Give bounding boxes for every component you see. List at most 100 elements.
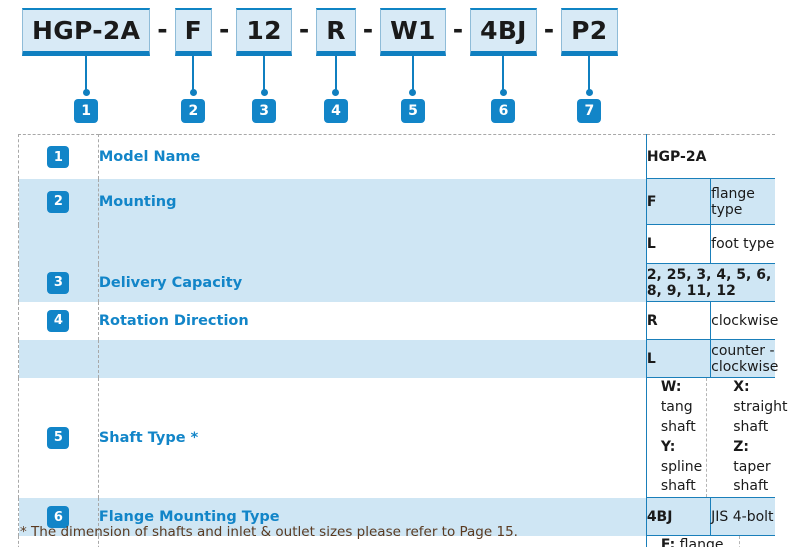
leader-line-3 [263, 56, 266, 90]
shaft-option-w: W: tang shaft [661, 378, 702, 438]
row-code: HGP-2A [646, 134, 775, 179]
inlet-key-f: F: [660, 537, 676, 547]
code-badge-7: 7 [577, 99, 602, 123]
code-separator-5: - [452, 15, 464, 44]
row-label [98, 339, 647, 378]
leader-dot-6 [499, 89, 507, 96]
row-label [98, 224, 647, 264]
row-desc: flange type [710, 178, 775, 225]
row-code: R [646, 301, 712, 340]
shaft-value-z: taper shaft [733, 458, 771, 495]
row-badge: 3 [47, 271, 70, 294]
inlet-column-1: F: flange type(F1) P: PT(P1~P2) [647, 536, 741, 547]
leader-dot-4 [332, 89, 340, 96]
row-desc: counter - clockwise [710, 339, 778, 378]
shaft-type-options: W: tang shaft Y: spline shaft X: straigh… [646, 378, 788, 498]
row-number-cell [18, 339, 99, 378]
shaft-value-x: straight shaft [733, 398, 788, 435]
shaft-key-w: W: [660, 379, 682, 395]
shaft-key-z: Z: [733, 438, 750, 455]
code-separator-2: - [219, 15, 230, 44]
row-badge: 2 [47, 190, 70, 213]
row-badge: 1 [47, 146, 70, 168]
shaft-pairs: W: tang shaft Y: spline shaft X: straigh… [647, 378, 788, 498]
code-segment-2: F 2 [174, 8, 213, 123]
row-number-cell: 4 [18, 301, 99, 340]
table-row: L counter - clockwise [18, 339, 778, 378]
row-label: Rotation Direction [98, 301, 647, 340]
model-code-diagram: HGP-2A 1 - F 2 - 12 3 - R 4 - W1 5 - 4BJ… [0, 0, 793, 128]
code-segment-1: HGP-2A 1 [22, 8, 151, 123]
shaft-value-w: tang shaft [660, 398, 696, 435]
shaft-option-z: Z: taper shaft [733, 438, 787, 498]
code-separator-4: - [362, 15, 374, 44]
row-code: 2, 25, 3, 4, 5, 6, 8, 9, 11, 12 [646, 263, 775, 302]
table-row: 1 Model Name HGP-2A [18, 134, 775, 179]
leader-line-5 [411, 56, 414, 90]
code-badge-6: 6 [491, 99, 516, 123]
table-row: 3 Delivery Capacity 2, 25, 3, 4, 5, 6, 8… [18, 263, 775, 302]
inlet-pairs: F: flange type(F1) P: PT(P1~P2) G: G, BS… [647, 536, 775, 547]
inlet-option-f: F: flange type(F1) [661, 536, 735, 547]
code-separator-3: - [298, 15, 310, 44]
row-code: F [646, 178, 712, 225]
table-row: 4 Rotation Direction R clockwise [18, 301, 778, 340]
code-badge-2: 2 [181, 99, 206, 123]
table-row: 2 Mounting F flange type [18, 178, 775, 225]
code-separator-1: - [157, 15, 168, 44]
leader-line-7 [588, 56, 591, 90]
leader-dot-2 [189, 89, 197, 96]
code-box-5: W1 [380, 8, 446, 56]
row-number-cell: 5 [18, 377, 99, 498]
code-badge-3: 3 [252, 99, 277, 123]
row-badge: 5 [47, 426, 70, 449]
row-label: Shaft Type * [98, 377, 647, 498]
table-row: 5 Shaft Type * W: tang shaft Y: spline s… [18, 377, 788, 498]
table-row: L foot type [18, 224, 775, 264]
row-label: Model Name [98, 134, 647, 179]
row-label: Delivery Capacity [98, 263, 647, 302]
code-segment-6: 4BJ 6 [470, 8, 537, 123]
code-box-4: R [316, 8, 356, 56]
footnote: * The dimension of shafts and inlet & ou… [20, 524, 518, 540]
code-segment-5: W1 5 [380, 8, 446, 123]
code-segments-row: HGP-2A 1 - F 2 - 12 3 - R 4 - W1 5 - 4BJ… [22, 8, 618, 123]
shaft-option-x: X: straight shaft [733, 378, 787, 438]
leader-line-6 [502, 56, 505, 90]
code-box-2: F [174, 8, 213, 56]
specification-table: 1 Model Name HGP-2A 2 Mounting F flange … [18, 134, 788, 547]
code-badge-4: 4 [323, 99, 348, 123]
shaft-key-y: Y: [660, 438, 676, 455]
leader-line-2 [192, 56, 195, 90]
code-segment-4: R 4 [316, 8, 356, 123]
row-number-cell: 1 [18, 134, 99, 179]
leader-dot-5 [409, 89, 417, 96]
shaft-key-x: X: [733, 379, 750, 395]
row-code: L [646, 224, 712, 264]
shaft-option-y: Y: spline shaft [661, 438, 702, 498]
row-label: Mounting [98, 178, 647, 225]
row-number-cell: 2 [18, 178, 99, 225]
row-code: 4BJ [646, 497, 712, 537]
row-desc: JIS 4-bolt [710, 497, 775, 537]
code-badge-1: 1 [74, 99, 99, 123]
code-box-6: 4BJ [470, 8, 537, 56]
code-box-3: 12 [236, 8, 292, 56]
shaft-value-y: spline shaft [660, 458, 703, 495]
shaft-column-2: X: straight shaft Z: taper shaft [707, 378, 787, 497]
code-box-1: HGP-2A [22, 8, 151, 56]
row-desc: foot type [710, 224, 775, 264]
code-separator-6: - [543, 15, 555, 44]
row-desc: clockwise [710, 301, 778, 340]
shaft-column-1: W: tang shaft Y: spline shaft [647, 378, 708, 498]
code-badge-5: 5 [400, 99, 425, 123]
row-number-cell: 3 [18, 263, 99, 302]
inlet-outlet-options: F: flange type(F1) P: PT(P1~P2) G: G, BS… [646, 535, 775, 547]
model-code-page: HGP-2A 1 - F 2 - 12 3 - R 4 - W1 5 - 4BJ… [0, 0, 793, 547]
leader-dot-7 [585, 89, 593, 96]
row-badge: 4 [47, 309, 70, 332]
code-segment-3: 12 3 [236, 8, 292, 123]
code-box-7: P2 [561, 8, 618, 56]
row-code: L [646, 339, 712, 378]
leader-dot-1 [82, 89, 90, 96]
